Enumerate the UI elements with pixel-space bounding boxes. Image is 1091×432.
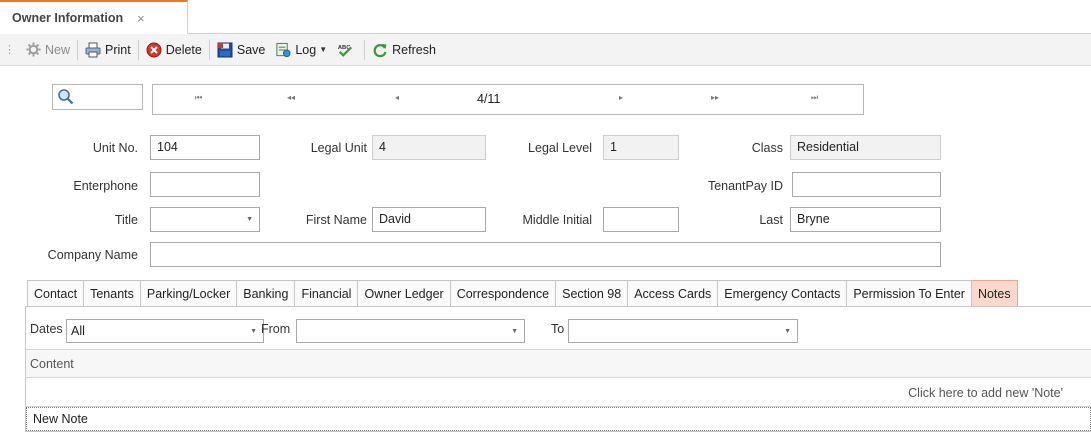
previous-record-button[interactable]: ◂ xyxy=(395,93,399,102)
tab-section-98[interactable]: Section 98 xyxy=(556,280,629,307)
delete-icon xyxy=(146,42,162,58)
toolbar-separator xyxy=(364,39,366,60)
to-filter-label: To xyxy=(551,322,565,336)
first-record-button[interactable]: ⏮ xyxy=(195,93,202,103)
dates-filter-combo[interactable]: All ▼ xyxy=(66,319,264,343)
tab-owner-ledger[interactable]: Owner Ledger xyxy=(358,280,451,307)
add-new-note-row[interactable]: Click here to add new 'Note' xyxy=(26,378,1091,407)
next-record-button[interactable]: ▸ xyxy=(619,93,623,102)
chevron-down-icon[interactable]: ▼ xyxy=(250,328,257,335)
delete-label: Delete xyxy=(165,42,202,57)
tenantpay-id-label: TenantPay ID xyxy=(707,179,783,193)
save-icon xyxy=(217,42,233,58)
save-button[interactable]: Save xyxy=(212,38,271,62)
print-button[interactable]: Print xyxy=(80,38,136,62)
title-label: Title xyxy=(114,213,138,227)
title-combo[interactable]: ▼ xyxy=(150,207,260,232)
spellcheck-icon: ABC xyxy=(337,42,353,58)
previous-page-button[interactable]: ◂◂ xyxy=(287,93,295,102)
from-date-combo[interactable]: ▼ xyxy=(296,319,525,343)
search-icon xyxy=(57,88,74,108)
refresh-button[interactable]: Refresh xyxy=(367,38,441,62)
detail-tabs: Contact Tenants Parking/Locker Banking F… xyxy=(27,280,1018,307)
log-icon xyxy=(275,42,291,58)
tab-tenants[interactable]: Tenants xyxy=(84,280,141,307)
refresh-label: Refresh xyxy=(392,42,436,57)
document-tabstrip: Owner Information × xyxy=(0,0,1091,34)
toolbar-grip[interactable]: ⋮ xyxy=(4,43,15,56)
spellcheck-button[interactable]: ABC xyxy=(332,38,362,62)
delete-button[interactable]: Delete xyxy=(141,38,207,62)
print-label: Print xyxy=(105,42,131,57)
chevron-down-icon[interactable]: ▼ xyxy=(246,216,253,223)
record-position: 4/11 xyxy=(477,92,501,106)
middle-initial-field[interactable] xyxy=(603,207,679,232)
chevron-down-icon[interactable]: ▼ xyxy=(511,328,518,335)
middle-initial-label: Middle Initial xyxy=(522,213,592,227)
log-label: Log xyxy=(295,42,317,57)
new-label: New xyxy=(45,42,71,57)
last-record-button[interactable]: ⏭ xyxy=(811,93,818,103)
company-name-label: Company Name xyxy=(47,248,138,262)
tenantpay-id-field[interactable] xyxy=(792,172,941,197)
content-column-header[interactable]: Content xyxy=(26,349,1091,378)
tab-correspondence[interactable]: Correspondence xyxy=(450,280,557,307)
close-icon[interactable]: × xyxy=(137,11,145,26)
enterphone-field[interactable] xyxy=(150,172,260,197)
last-name-field[interactable]: Bryne xyxy=(790,207,941,232)
dates-filter-label: Dates xyxy=(30,322,63,336)
legal-level-field: 1 xyxy=(603,135,679,160)
class-label: Class xyxy=(751,141,783,155)
chevron-down-icon[interactable]: ▼ xyxy=(784,328,791,335)
next-page-button[interactable]: ▸▸ xyxy=(711,93,719,102)
toolbar-separator xyxy=(77,39,79,60)
chevron-down-icon: ▼ xyxy=(319,45,328,54)
new-button[interactable]: New xyxy=(20,38,75,62)
unit-no-label: Unit No. xyxy=(92,141,138,155)
toolbar: ⋮ New Print Delete Save Log ▼ ABC Refres… xyxy=(0,34,1091,66)
content-column-label: Content xyxy=(30,357,74,371)
tab-notes[interactable]: Notes xyxy=(971,280,1018,307)
add-new-note-hint[interactable]: Click here to add new 'Note' xyxy=(908,386,1063,400)
enterphone-label: Enterphone xyxy=(73,179,138,193)
printer-icon xyxy=(85,42,101,58)
first-name-label: First Name xyxy=(305,213,367,227)
tab-contact[interactable]: Contact xyxy=(27,280,85,307)
tab-emergency-contacts[interactable]: Emergency Contacts xyxy=(718,280,848,307)
save-label: Save xyxy=(236,42,266,57)
tab-banking[interactable]: Banking xyxy=(237,280,296,307)
refresh-icon xyxy=(372,42,388,58)
search-input[interactable] xyxy=(52,84,143,110)
from-filter-label: From xyxy=(261,322,291,336)
toolbar-separator xyxy=(208,39,210,60)
record-navigator: ⏮ ◂◂ ◂ 4/11 ▸ ▸▸ ⏭ xyxy=(152,84,864,115)
last-name-label: Last xyxy=(759,213,783,227)
legal-level-label: Legal Level xyxy=(528,141,592,155)
legal-unit-label: Legal Unit xyxy=(310,141,367,155)
owner-information-tab[interactable]: Owner Information × xyxy=(0,0,188,34)
tab-permission-to-enter[interactable]: Permission To Enter xyxy=(847,280,972,307)
toolbar-separator xyxy=(137,39,139,60)
tab-financial[interactable]: Financial xyxy=(295,280,359,307)
first-name-field[interactable]: David xyxy=(372,207,486,232)
class-field: Residential xyxy=(790,135,941,160)
tab-title: Owner Information xyxy=(12,11,124,25)
tab-access-cards[interactable]: Access Cards xyxy=(628,280,719,307)
notes-panel: Dates All ▼ From ▼ To ▼ Content Click he… xyxy=(25,306,1091,432)
tab-parking-locker[interactable]: Parking/Locker xyxy=(140,280,238,307)
dates-filter-value: All xyxy=(71,324,85,338)
log-dropdown-button[interactable]: Log ▼ xyxy=(270,38,332,62)
to-date-combo[interactable]: ▼ xyxy=(568,319,798,343)
legal-unit-field: 4 xyxy=(372,135,486,160)
unit-no-field[interactable]: 104 xyxy=(150,135,260,160)
gear-icon xyxy=(25,42,41,58)
company-name-field[interactable] xyxy=(150,242,941,267)
new-note-row[interactable]: New Note xyxy=(26,407,1091,431)
